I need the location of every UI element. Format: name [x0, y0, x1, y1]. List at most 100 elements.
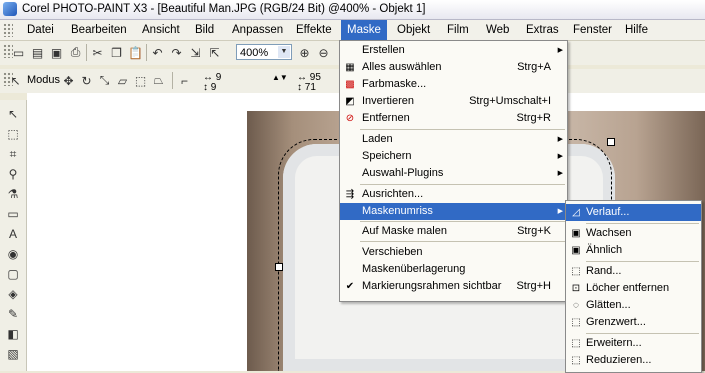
menu-objekt[interactable]: Objekt: [391, 20, 436, 40]
submenu-item-rand[interactable]: ⬚ Rand...: [566, 263, 701, 280]
spin-up-icon[interactable]: ▲▼: [272, 73, 288, 83]
menu-bild[interactable]: Bild: [189, 20, 220, 40]
menu-item-maskenueberlagerung[interactable]: Maskenüberlagerung: [340, 261, 567, 278]
grow-icon: ▣: [571, 227, 581, 239]
rect-mask-icon[interactable]: ⬚: [5, 126, 21, 142]
mode-label: Modus: [27, 74, 61, 86]
cut-icon[interactable]: ✂: [89, 44, 106, 61]
menu-item-maskenumriss[interactable]: Maskenumriss ▶: [340, 203, 567, 220]
menu-item-auswahl-plugins[interactable]: Auswahl-Plugins ▶: [340, 165, 567, 182]
export-icon[interactable]: ⇱: [206, 44, 223, 61]
redeye-icon[interactable]: ◉: [5, 246, 21, 262]
zoom-in-icon[interactable]: ⊕: [296, 44, 313, 61]
rotate-icon[interactable]: ↻: [78, 72, 95, 89]
zoom-combobox[interactable]: 400% ▼: [236, 44, 292, 60]
text-icon[interactable]: A: [5, 226, 21, 242]
submenu-item-reduzieren[interactable]: ⬚ Reduzieren...: [566, 352, 701, 369]
menu-separator: [586, 261, 699, 262]
pick-tool-icon[interactable]: ↖: [5, 106, 21, 122]
submenu-arrow-icon: ▶: [557, 47, 563, 54]
menu-item-erstellen[interactable]: Erstellen ▶: [340, 42, 567, 59]
brush-icon[interactable]: ✎: [5, 306, 21, 322]
reduce-icon: ⬚: [571, 354, 581, 366]
submenu-item-glaetten[interactable]: ◌ Glätten...: [566, 297, 701, 314]
position-icon: ⌐: [180, 73, 188, 88]
menu-hilfe[interactable]: Hilfe: [619, 20, 654, 40]
chevron-down-icon[interactable]: ▼: [278, 46, 290, 58]
menu-maske[interactable]: Maske: [341, 20, 387, 40]
shape-icon[interactable]: ▢: [5, 266, 21, 282]
redo-icon[interactable]: ↷: [168, 44, 185, 61]
align-icon: ⇶: [345, 188, 355, 200]
submenu-arrow-icon: ▶: [557, 153, 563, 160]
menu-separator: [586, 223, 699, 224]
window-title: Corel PHOTO-PAINT X3 - [Beautiful Man.JP…: [22, 3, 426, 15]
menu-fenster[interactable]: Fenster: [567, 20, 618, 40]
submenu-item-loecher-entfernen[interactable]: ⊡ Löcher entfernen: [566, 280, 701, 297]
submenu-arrow-icon: ▶: [557, 208, 563, 215]
crop-icon[interactable]: ⌗: [5, 146, 21, 162]
invert-icon: ◩: [345, 95, 355, 107]
menu-item-laden[interactable]: Laden ▶: [340, 131, 567, 148]
similar-icon: ▣: [571, 244, 581, 256]
menu-item-entfernen[interactable]: ⊘ Entfernen Strg+R: [340, 110, 567, 127]
submenu-item-wachsen[interactable]: ▣ Wachsen: [566, 225, 701, 242]
height-field[interactable]: ↕ 71: [297, 83, 316, 93]
distort-icon[interactable]: ⬚: [132, 72, 149, 89]
effect-icon[interactable]: ◧: [5, 326, 21, 342]
menu-bearbeiten[interactable]: Bearbeiten: [65, 20, 133, 40]
menu-item-ausrichten[interactable]: ⇶ Ausrichten...: [340, 186, 567, 203]
pos-y-field[interactable]: ↕ 9: [203, 83, 216, 93]
menu-item-speichern[interactable]: Speichern ▶: [340, 148, 567, 165]
app-icon: [3, 2, 17, 16]
zoom-icon[interactable]: ⚲: [5, 166, 21, 182]
menu-item-alles-auswaehlen[interactable]: ▦ Alles auswählen Strg+A: [340, 59, 567, 76]
submenu-item-erweitern[interactable]: ⬚ Erweitern...: [566, 335, 701, 352]
menu-separator: [360, 221, 565, 222]
move-icon[interactable]: ✥: [60, 72, 77, 89]
fill-icon[interactable]: ◈: [5, 286, 21, 302]
menu-item-invertieren[interactable]: ◩ Invertieren Strg+Umschalt+I: [340, 93, 567, 110]
scale-icon[interactable]: ⤡: [96, 72, 113, 89]
menu-anpassen[interactable]: Anpassen: [226, 20, 289, 40]
menu-bar: Datei Bearbeiten Ansicht Bild Anpassen E…: [0, 20, 705, 41]
print-icon[interactable]: ⎙: [67, 44, 84, 61]
pick-tool-icon[interactable]: ↖: [7, 72, 24, 89]
zoom-value: 400%: [240, 47, 269, 59]
color-icon[interactable]: ▧: [5, 346, 21, 362]
open-icon[interactable]: ▤: [29, 44, 46, 61]
menu-item-auf-maske-malen[interactable]: Auf Maske malen Strg+K: [340, 223, 567, 240]
eyedropper-icon[interactable]: ⚗: [5, 186, 21, 202]
border-icon: ⬚: [571, 265, 581, 277]
submenu-arrow-icon: ▶: [557, 136, 563, 143]
menu-web[interactable]: Web: [480, 20, 515, 40]
menu-item-verschieben[interactable]: Verschieben: [340, 244, 567, 261]
paste-icon[interactable]: 📋: [127, 44, 144, 61]
eraser-icon[interactable]: ▭: [5, 206, 21, 222]
menu-ansicht[interactable]: Ansicht: [136, 20, 186, 40]
select-all-icon: ▦: [345, 61, 355, 73]
skew-icon[interactable]: ▱: [114, 72, 131, 89]
new-icon[interactable]: ▭: [10, 44, 27, 61]
menu-extras[interactable]: Extras: [520, 20, 565, 40]
menu-item-markierungsrahmen-sichtbar[interactable]: ✔ Markierungsrahmen sichtbar Strg+H: [340, 278, 567, 295]
submenu-item-grenzwert[interactable]: ⬚ Grenzwert...: [566, 314, 701, 331]
menu-film[interactable]: Film: [441, 20, 475, 40]
menu-item-farbmaske[interactable]: ▩ Farbmaske...: [340, 76, 567, 93]
menu-datei[interactable]: Datei: [21, 20, 60, 40]
copy-icon[interactable]: ❐: [108, 44, 125, 61]
import-icon[interactable]: ⇲: [187, 44, 204, 61]
mask-handle[interactable]: [607, 138, 615, 146]
menu-separator: [360, 241, 565, 242]
mask-menu: Erstellen ▶ ▦ Alles auswählen Strg+A ▩ Far…: [339, 40, 568, 302]
mask-handle[interactable]: [275, 263, 283, 271]
submenu-item-verlauf[interactable]: ◿ Verlauf...: [566, 204, 701, 221]
perspective-icon[interactable]: ⏢: [150, 72, 167, 89]
save-icon[interactable]: ▣: [48, 44, 65, 61]
toolbar-separator: [172, 72, 173, 89]
submenu-item-aehnlich[interactable]: ▣ Ähnlich: [566, 242, 701, 259]
menu-effekte[interactable]: Effekte: [290, 20, 338, 40]
zoom-out-icon[interactable]: ⊖: [315, 44, 332, 61]
undo-icon[interactable]: ↶: [149, 44, 166, 61]
menu-separator: [360, 129, 565, 130]
